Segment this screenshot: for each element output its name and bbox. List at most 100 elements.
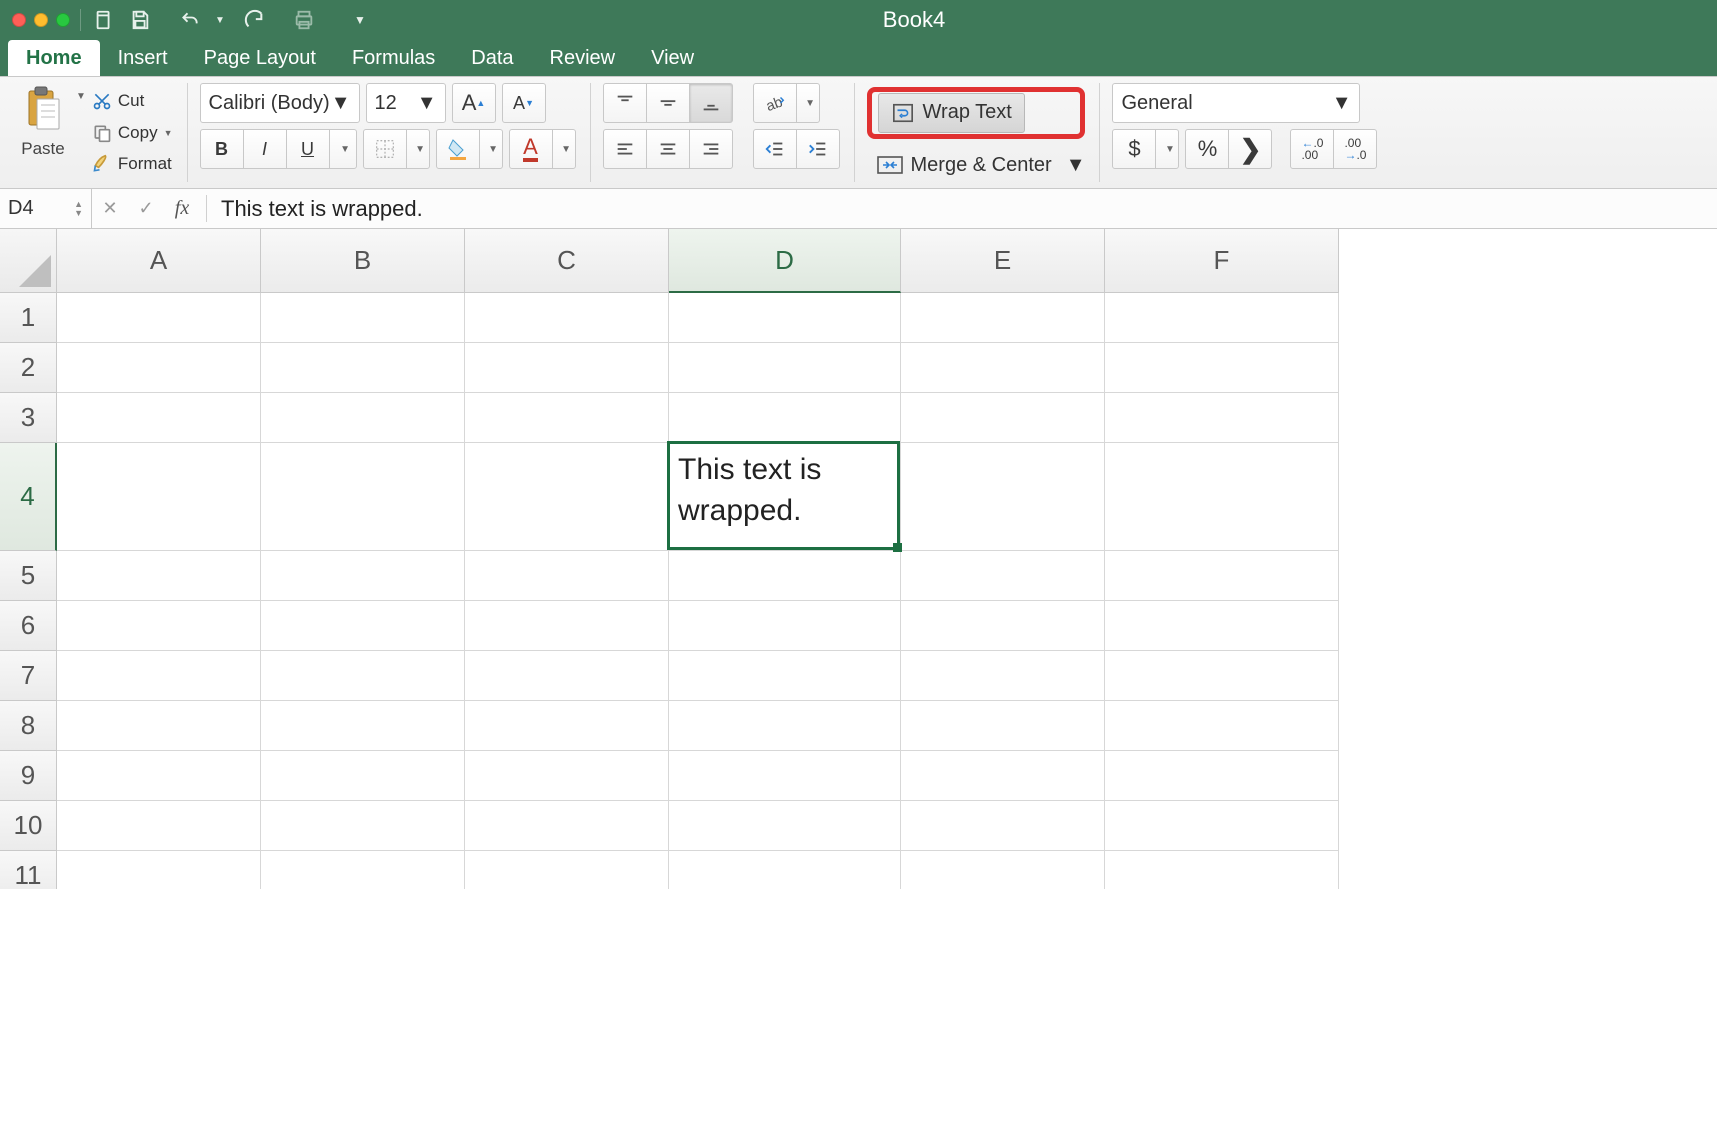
undo-dropdown-icon[interactable]: ▼ [213,7,227,33]
confirm-formula-button[interactable]: ✓ [128,189,164,228]
borders-button[interactable] [363,129,407,169]
cell-C11[interactable] [465,851,669,889]
wrap-text-button[interactable]: Wrap Text [878,93,1025,133]
cell-B1[interactable] [261,293,465,343]
cell-B6[interactable] [261,601,465,651]
row-header-5[interactable]: 5 [0,551,57,601]
cell-D8[interactable] [669,701,901,751]
cell-C3[interactable] [465,393,669,443]
row-header-9[interactable]: 9 [0,751,57,801]
formula-input[interactable]: This text is wrapped. [213,196,1717,222]
tab-formulas[interactable]: Formulas [334,40,453,76]
cell-A9[interactable] [57,751,261,801]
cell-F9[interactable] [1105,751,1339,801]
row-header-3[interactable]: 3 [0,393,57,443]
comma-button[interactable]: ❯ [1228,129,1272,169]
increase-decimal-button[interactable]: ←.0.00 [1290,129,1334,169]
tab-page-layout[interactable]: Page Layout [186,40,334,76]
cell-F6[interactable] [1105,601,1339,651]
save-icon[interactable] [127,7,153,33]
cell-F5[interactable] [1105,551,1339,601]
column-header-E[interactable]: E [901,229,1105,293]
cell-E3[interactable] [901,393,1105,443]
orientation-dropdown[interactable]: ▼ [796,83,820,123]
cell-D7[interactable] [669,651,901,701]
cell-C6[interactable] [465,601,669,651]
cell-C2[interactable] [465,343,669,393]
fill-color-button[interactable] [436,129,480,169]
undo-icon[interactable] [177,7,203,33]
window-minimize-button[interactable] [34,13,48,27]
increase-indent-button[interactable] [796,129,840,169]
cell-A5[interactable] [57,551,261,601]
decrease-decimal-button[interactable]: .00→.0 [1333,129,1377,169]
cell-E10[interactable] [901,801,1105,851]
cell-E8[interactable] [901,701,1105,751]
underline-dropdown[interactable]: ▼ [329,129,357,169]
merge-center-button[interactable]: Merge & Center ▼ [867,152,1086,178]
cell-C8[interactable] [465,701,669,751]
number-format-select[interactable]: General▼ [1112,83,1360,123]
fill-color-dropdown[interactable]: ▼ [479,129,503,169]
cell-F1[interactable] [1105,293,1339,343]
column-header-D[interactable]: D [669,229,901,293]
cell-C1[interactable] [465,293,669,343]
cell-C7[interactable] [465,651,669,701]
column-header-F[interactable]: F [1105,229,1339,293]
cancel-formula-button[interactable]: ✕ [92,189,128,228]
cell-E11[interactable] [901,851,1105,889]
cell-E5[interactable] [901,551,1105,601]
row-header-4[interactable]: 4 [0,443,57,551]
row-header-6[interactable]: 6 [0,601,57,651]
cell-A2[interactable] [57,343,261,393]
select-all-corner[interactable] [0,229,57,293]
cell-D10[interactable] [669,801,901,851]
cell-B8[interactable] [261,701,465,751]
cell-E9[interactable] [901,751,1105,801]
cell-B11[interactable] [261,851,465,889]
cell-C9[interactable] [465,751,669,801]
column-header-B[interactable]: B [261,229,465,293]
font-color-dropdown[interactable]: ▼ [552,129,576,169]
cell-D2[interactable] [669,343,901,393]
cell-D6[interactable] [669,601,901,651]
grow-font-button[interactable]: A▲ [452,83,496,123]
borders-dropdown[interactable]: ▼ [406,129,430,169]
cell-B10[interactable] [261,801,465,851]
cell-E4[interactable] [901,443,1105,551]
cell-B7[interactable] [261,651,465,701]
align-top-button[interactable] [603,83,647,123]
name-box[interactable]: D4 ▲▼ [0,189,92,228]
decrease-indent-button[interactable] [753,129,797,169]
cell-A1[interactable] [57,293,261,343]
row-header-1[interactable]: 1 [0,293,57,343]
cell-B9[interactable] [261,751,465,801]
cell-D9[interactable] [669,751,901,801]
cell-B3[interactable] [261,393,465,443]
cell-D11[interactable] [669,851,901,889]
align-center-button[interactable] [646,129,690,169]
font-family-select[interactable]: Calibri (Body)▼ [200,83,360,123]
row-header-7[interactable]: 7 [0,651,57,701]
paste-button[interactable]: Paste [10,83,76,159]
tab-home[interactable]: Home [8,40,100,76]
cell-C4[interactable] [465,443,669,551]
redo-icon[interactable] [241,7,267,33]
row-header-11[interactable]: 11 [0,851,57,889]
column-header-C[interactable]: C [465,229,669,293]
cell-A10[interactable] [57,801,261,851]
copy-button[interactable]: Copy ▼ [92,119,173,147]
row-header-2[interactable]: 2 [0,343,57,393]
percent-button[interactable]: % [1185,129,1229,169]
cell-F11[interactable] [1105,851,1339,889]
cell-B5[interactable] [261,551,465,601]
underline-button[interactable]: U [286,129,330,169]
window-close-button[interactable] [12,13,26,27]
cell-E1[interactable] [901,293,1105,343]
cell-E2[interactable] [901,343,1105,393]
fill-handle[interactable] [893,543,902,552]
cell-A4[interactable] [57,443,261,551]
cell-C5[interactable] [465,551,669,601]
format-painter-button[interactable]: Format [92,150,173,178]
align-right-button[interactable] [689,129,733,169]
